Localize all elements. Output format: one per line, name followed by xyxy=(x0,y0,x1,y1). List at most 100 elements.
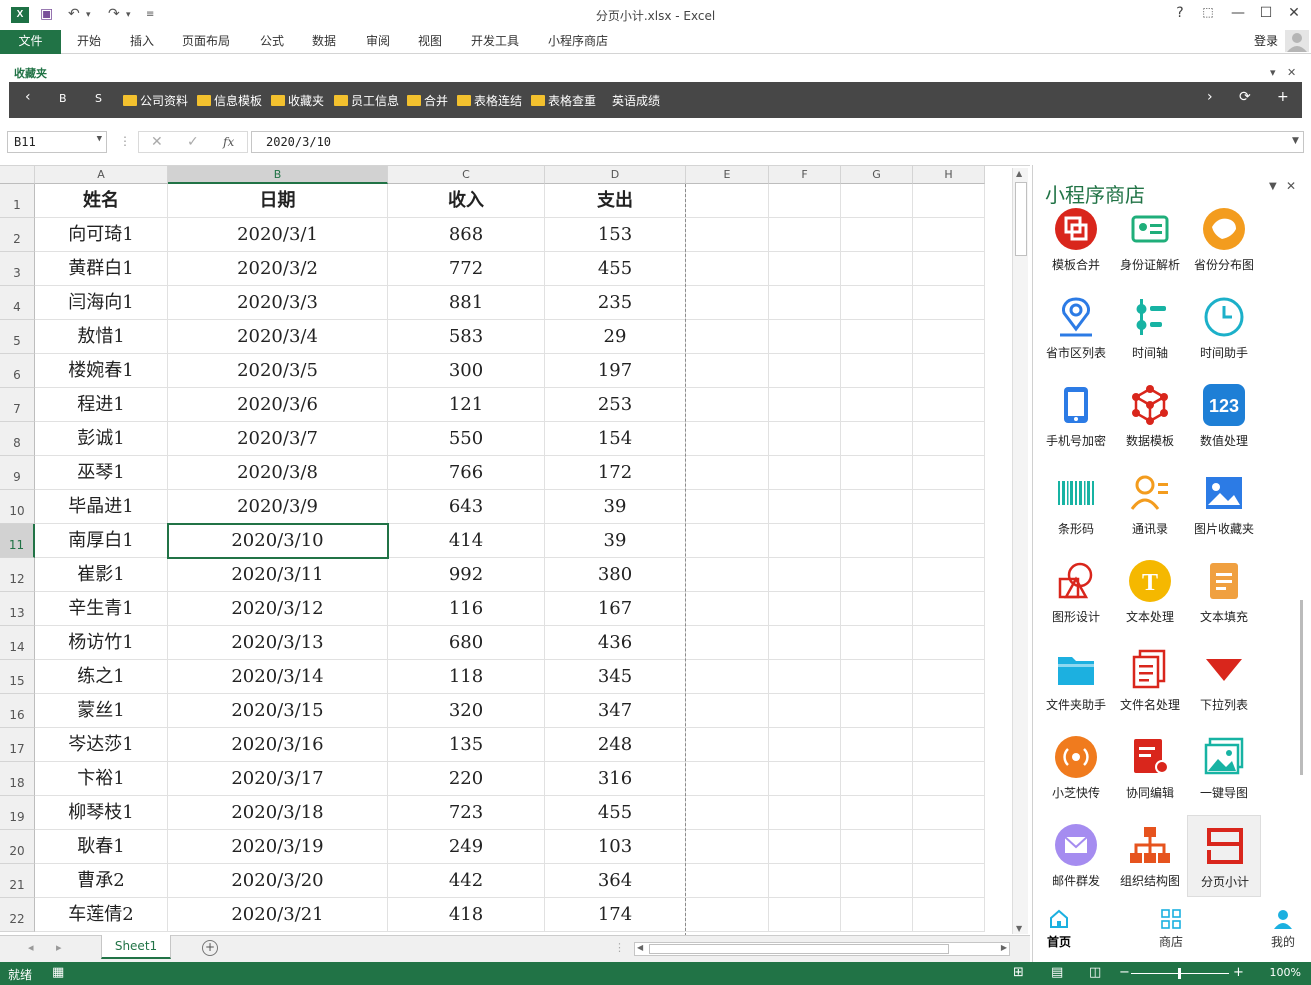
table-cell[interactable] xyxy=(686,320,769,354)
table-cell[interactable]: 550 xyxy=(388,422,545,456)
column-header-c[interactable]: C xyxy=(388,166,545,184)
table-cell[interactable]: 455 xyxy=(545,796,686,830)
row-header[interactable]: 19 xyxy=(0,796,35,830)
favorites-close-icon[interactable]: ✕ xyxy=(1287,66,1296,79)
table-cell[interactable]: 29 xyxy=(545,320,686,354)
favorite-item[interactable]: 员工信息 xyxy=(334,92,399,109)
table-cell[interactable]: 197 xyxy=(545,354,686,388)
page-layout-view-icon[interactable]: ▤ xyxy=(1051,965,1063,980)
row-header[interactable]: 10 xyxy=(0,490,35,524)
column-header-a[interactable]: A xyxy=(35,166,168,184)
table-cell[interactable]: 116 xyxy=(388,592,545,626)
chevron-down-icon[interactable]: ▼ xyxy=(97,134,102,144)
table-cell[interactable] xyxy=(769,388,841,422)
table-cell[interactable] xyxy=(686,796,769,830)
favorite-item[interactable]: 公司资料 xyxy=(123,92,188,109)
table-cell[interactable] xyxy=(913,388,985,422)
table-cell[interactable] xyxy=(686,728,769,762)
table-cell[interactable] xyxy=(841,490,913,524)
insert-function-icon[interactable]: fx xyxy=(223,135,234,149)
app-tile[interactable]: 通讯录 xyxy=(1113,463,1187,545)
table-cell[interactable]: 2020/3/3 xyxy=(168,286,388,320)
table-cell[interactable]: 2020/3/8 xyxy=(168,456,388,490)
table-cell[interactable] xyxy=(913,592,985,626)
header-cell[interactable]: 支出 xyxy=(545,184,686,218)
table-cell[interactable] xyxy=(913,830,985,864)
row-header[interactable]: 15 xyxy=(0,660,35,694)
table-cell[interactable]: 235 xyxy=(545,286,686,320)
panel-close-icon[interactable]: ✕ xyxy=(1286,179,1296,193)
table-cell[interactable] xyxy=(841,456,913,490)
app-tile[interactable]: 模板合并 xyxy=(1039,199,1113,281)
table-cell[interactable] xyxy=(841,558,913,592)
table-cell[interactable]: 118 xyxy=(388,660,545,694)
row-header[interactable]: 13 xyxy=(0,592,35,626)
vertical-scrollbar[interactable]: ▲ ▼ xyxy=(1012,168,1028,934)
row-header[interactable]: 7 xyxy=(0,388,35,422)
table-cell[interactable] xyxy=(841,796,913,830)
tab-data[interactable]: 数据 xyxy=(312,30,336,54)
table-cell[interactable] xyxy=(841,524,913,558)
column-header-h[interactable]: H xyxy=(913,166,985,184)
table-cell[interactable]: 程进1 xyxy=(35,388,168,422)
table-cell[interactable] xyxy=(841,286,913,320)
table-cell[interactable]: 2020/3/15 xyxy=(168,694,388,728)
refresh-icon[interactable]: ⟳ xyxy=(1239,89,1251,105)
horizontal-scroll-thumb[interactable] xyxy=(649,944,949,954)
table-cell[interactable] xyxy=(769,422,841,456)
table-cell[interactable] xyxy=(686,422,769,456)
help-button[interactable]: ? xyxy=(1170,5,1190,21)
row-header[interactable]: 12 xyxy=(0,558,35,592)
app-tile[interactable]: 时间轴 xyxy=(1113,287,1187,369)
favorite-item[interactable]: 信息模板 xyxy=(197,92,262,109)
header-cell[interactable]: 姓名 xyxy=(35,184,168,218)
table-cell[interactable] xyxy=(841,592,913,626)
table-cell[interactable]: 174 xyxy=(545,898,686,932)
table-cell[interactable]: 253 xyxy=(545,388,686,422)
table-cell[interactable]: 彭诚1 xyxy=(35,422,168,456)
table-cell[interactable]: 2020/3/2 xyxy=(168,252,388,286)
table-cell[interactable] xyxy=(913,524,985,558)
table-cell[interactable] xyxy=(686,762,769,796)
table-cell[interactable]: 680 xyxy=(388,626,545,660)
app-tile[interactable]: 协同编辑 xyxy=(1113,727,1187,809)
favorites-next-button[interactable]: › xyxy=(1207,89,1213,105)
table-cell[interactable]: 723 xyxy=(388,796,545,830)
row-header[interactable]: 22 xyxy=(0,898,35,932)
table-cell[interactable]: 364 xyxy=(545,864,686,898)
table-cell[interactable]: 2020/3/10 xyxy=(168,524,388,558)
tab-split-handle-icon[interactable]: ⋮ xyxy=(614,941,625,954)
table-cell[interactable] xyxy=(769,286,841,320)
table-cell[interactable]: 2020/3/21 xyxy=(168,898,388,932)
table-cell[interactable]: 2020/3/4 xyxy=(168,320,388,354)
table-cell[interactable]: 103 xyxy=(545,830,686,864)
panel-scroll-thumb[interactable] xyxy=(1300,600,1303,775)
zoom-out-button[interactable]: − xyxy=(1119,965,1130,980)
table-cell[interactable] xyxy=(841,728,913,762)
sheet-next-icon[interactable]: ▸ xyxy=(56,941,62,954)
add-favorite-button[interactable]: + xyxy=(1277,89,1289,105)
favorite-item[interactable]: 英语成绩 xyxy=(612,92,660,109)
row-header[interactable]: 20 xyxy=(0,830,35,864)
table-cell[interactable] xyxy=(913,660,985,694)
row-header[interactable]: 8 xyxy=(0,422,35,456)
favorites-collapse-icon[interactable]: ▾ xyxy=(1270,66,1276,79)
table-cell[interactable]: 320 xyxy=(388,694,545,728)
table-cell[interactable] xyxy=(913,626,985,660)
table-cell[interactable]: 岑达莎1 xyxy=(35,728,168,762)
app-tile[interactable]: 手机号加密 xyxy=(1039,375,1113,457)
table-cell[interactable] xyxy=(913,864,985,898)
scroll-left-icon[interactable]: ◀ xyxy=(637,943,643,952)
row-header[interactable]: 3 xyxy=(0,252,35,286)
table-cell[interactable] xyxy=(769,218,841,252)
add-sheet-button[interactable]: + xyxy=(202,940,218,956)
tab-review[interactable]: 审阅 xyxy=(366,30,390,54)
header-cell[interactable] xyxy=(769,184,841,218)
table-cell[interactable]: 316 xyxy=(545,762,686,796)
table-cell[interactable] xyxy=(686,626,769,660)
row-header[interactable]: 17 xyxy=(0,728,35,762)
table-cell[interactable] xyxy=(841,320,913,354)
favorite-item[interactable]: 表格连结 xyxy=(457,92,522,109)
table-cell[interactable] xyxy=(769,626,841,660)
app-tile[interactable]: 文本填充 xyxy=(1187,551,1261,633)
